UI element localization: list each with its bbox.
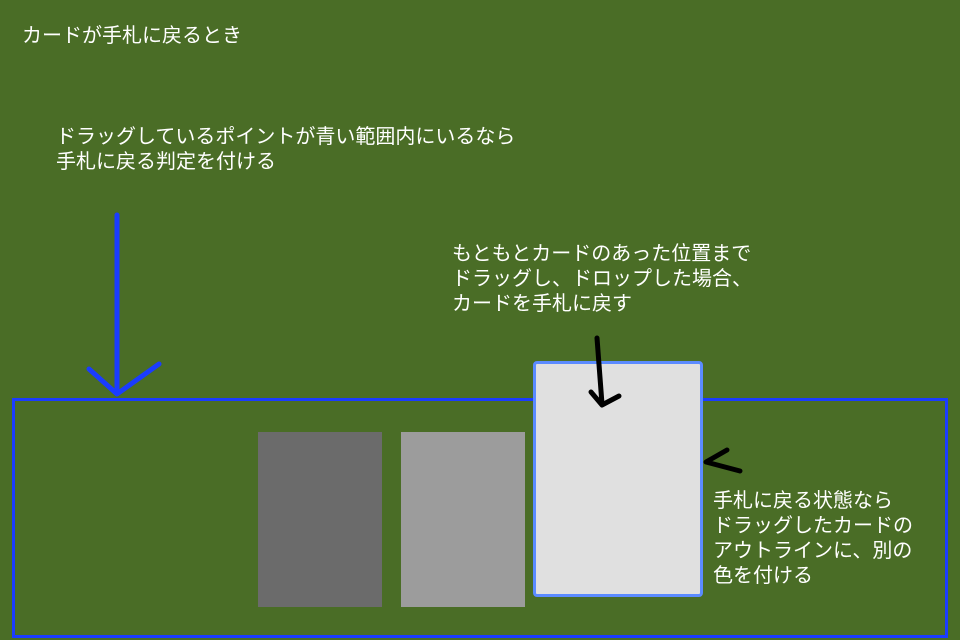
down-arrow-icon <box>86 212 162 397</box>
arrows-layer <box>86 212 743 474</box>
pointer-arrow-icon <box>703 447 743 474</box>
pointer-arrow-icon <box>588 335 622 408</box>
